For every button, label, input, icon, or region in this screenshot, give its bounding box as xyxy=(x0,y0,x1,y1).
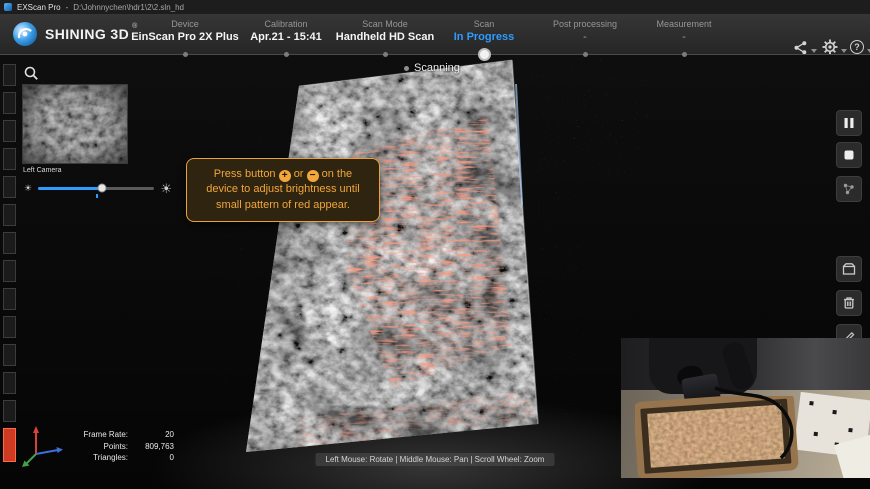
delete-data-button[interactable] xyxy=(836,290,862,316)
workflow-header: SHINING 3D ® Device EinScan Pro 2X Plus … xyxy=(0,14,870,54)
brightness-slider-handle[interactable] xyxy=(98,184,107,193)
minus-icon: − xyxy=(307,170,319,182)
frame-rate-value: 20 xyxy=(128,429,174,441)
frame-thumbnail[interactable] xyxy=(3,92,16,114)
webcam-inset xyxy=(621,338,870,478)
point-cloud-button[interactable] xyxy=(836,176,862,202)
titlebar-file-path: D:\Johnnychen\hdr1\2\2.sln_hd xyxy=(73,3,184,12)
step-measurement[interactable]: Measurement - xyxy=(609,18,759,45)
titlebar-separator: - xyxy=(66,3,69,12)
step-value: - xyxy=(609,30,759,45)
brightness-low-icon: ☀ xyxy=(24,182,32,195)
points-value: 809,763 xyxy=(128,441,174,453)
frame-rate-label: Frame Rate: xyxy=(70,429,128,441)
scanner-cable xyxy=(621,338,870,478)
scan-statistics: Frame Rate: 20 Points: 809,763 Triangles… xyxy=(70,429,174,464)
frame-thumbnail[interactable] xyxy=(3,344,16,366)
stop-scan-button[interactable] xyxy=(836,142,862,168)
frame-thumbnail[interactable] xyxy=(3,288,16,310)
frame-thumbnail[interactable] xyxy=(3,372,16,394)
brightness-tooltip: Press button + or − on the device to adj… xyxy=(186,158,380,222)
magnifier-icon xyxy=(24,66,39,81)
pause-icon xyxy=(843,117,855,129)
box-icon xyxy=(842,262,856,276)
progress-dot xyxy=(583,52,588,57)
help-icon: ? xyxy=(850,40,864,54)
gear-icon xyxy=(822,39,838,55)
frame-thumbnail[interactable] xyxy=(3,204,16,226)
stat-row: Frame Rate: 20 xyxy=(70,429,174,441)
progress-dot xyxy=(383,52,388,57)
orientation-axes-icon xyxy=(20,424,68,468)
tooltip-text: Press button xyxy=(214,168,276,180)
frame-strip xyxy=(3,64,16,462)
frame-thumbnail[interactable] xyxy=(3,176,16,198)
frame-thumbnail[interactable] xyxy=(3,120,16,142)
brightness-slider[interactable] xyxy=(38,187,154,190)
brightness-high-icon: ☀ xyxy=(160,182,172,195)
triangles-label: Triangles: xyxy=(70,452,128,464)
stat-row: Triangles: 0 xyxy=(70,452,174,464)
frame-thumbnail-active[interactable] xyxy=(3,428,16,462)
scanning-label: Scanning xyxy=(414,62,460,74)
brightness-slider-center-mark xyxy=(96,194,98,198)
mouse-hint: Left Mouse: Rotate | Middle Mouse: Pan |… xyxy=(316,453,555,466)
pause-scan-button[interactable] xyxy=(836,110,862,136)
frame-thumbnail[interactable] xyxy=(3,232,16,254)
progress-dot xyxy=(183,52,188,57)
trash-icon xyxy=(842,296,856,310)
app-icon xyxy=(4,3,12,11)
progress-dot-active xyxy=(478,48,491,61)
frame-thumbnail[interactable] xyxy=(3,64,16,86)
help-glyph: ? xyxy=(854,42,860,52)
brightness-slider-fill xyxy=(38,187,102,190)
share-icon xyxy=(793,40,808,55)
exscan-pro-window: EXScan Pro - D:\Johnnychen\hdr1\2\2.sln_… xyxy=(0,0,870,489)
titlebar: EXScan Pro - D:\Johnnychen\hdr1\2\2.sln_… xyxy=(0,0,870,14)
titlebar-app-name: EXScan Pro xyxy=(17,3,61,12)
scanning-status: Scanning xyxy=(404,62,460,74)
step-label: Measurement xyxy=(609,18,759,30)
progress-dot xyxy=(682,52,687,57)
left-camera-preview xyxy=(22,84,128,164)
export-data-button[interactable] xyxy=(836,256,862,282)
tooltip-text: or xyxy=(294,168,304,180)
frame-thumbnail[interactable] xyxy=(3,316,16,338)
frame-thumbnail[interactable] xyxy=(3,148,16,170)
point-cloud-icon xyxy=(842,182,856,196)
stop-icon xyxy=(843,149,855,161)
plus-icon: + xyxy=(279,170,291,182)
points-label: Points: xyxy=(70,441,128,453)
status-dot-icon xyxy=(404,66,409,71)
progress-dot xyxy=(284,52,289,57)
stat-row: Points: 809,763 xyxy=(70,441,174,453)
frame-thumbnail[interactable] xyxy=(3,400,16,422)
brightness-slider-row: ☀ ☀ xyxy=(24,179,172,197)
shining3d-logo-icon xyxy=(12,21,38,47)
left-camera-label: Left Camera xyxy=(23,167,62,174)
chevron-down-icon xyxy=(811,49,817,53)
triangles-value: 0 xyxy=(128,452,174,464)
chevron-down-icon xyxy=(841,49,847,53)
zoom-preview-button[interactable] xyxy=(22,64,40,82)
frame-thumbnail[interactable] xyxy=(3,260,16,282)
workflow-progress-line xyxy=(0,54,870,55)
